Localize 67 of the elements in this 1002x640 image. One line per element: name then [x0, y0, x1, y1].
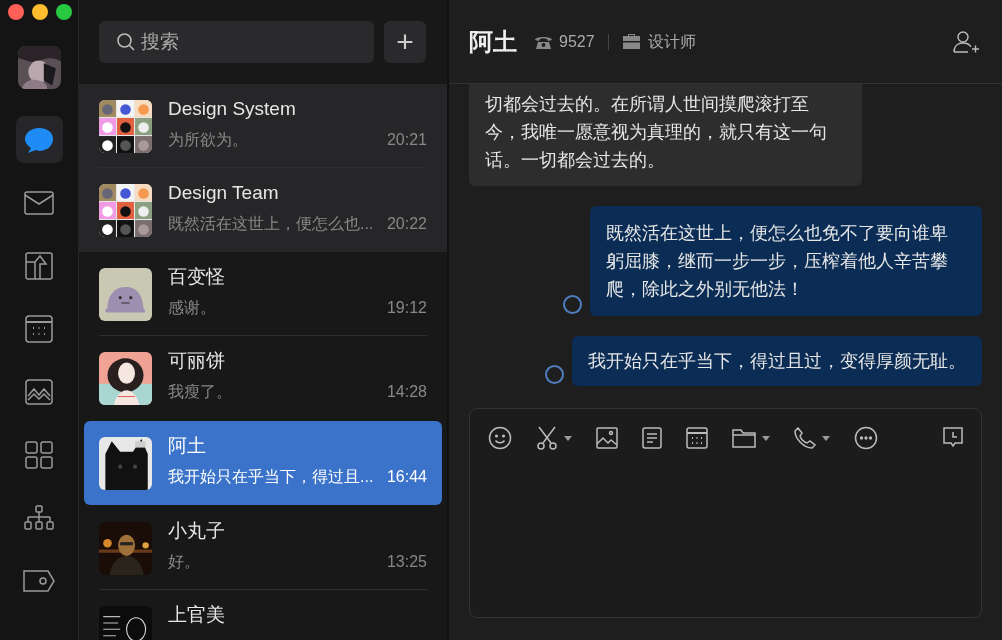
minimize-button[interactable] [32, 4, 48, 20]
calendar-icon [25, 314, 53, 343]
tag-icon [23, 568, 55, 593]
conversation-item[interactable]: 小丸子 好。 13:25 [99, 506, 427, 590]
briefcase-icon [621, 33, 641, 50]
note-icon [25, 251, 53, 280]
message-time: 20:22 [386, 214, 427, 234]
toolbar-button[interactable] [640, 425, 664, 451]
contact-name: 阿土 [168, 435, 207, 457]
contact-name: 阿土 [469, 26, 517, 57]
toolbar-button[interactable] [852, 425, 880, 451]
image-icon [25, 378, 53, 405]
message-preview: 我开始只在乎当下，得过且... [168, 467, 374, 487]
phone-number: 9527 [559, 31, 595, 52]
folder-icon [732, 428, 756, 448]
conversation-item[interactable]: 百变怪 感谢。 19:12 [99, 252, 427, 336]
message-time: 13:25 [386, 552, 427, 572]
message-preview: 我瘦了。 [168, 382, 232, 402]
sidebar-tab[interactable] [15, 116, 63, 163]
conversation-item[interactable]: 可丽饼 我瘦了。 14:28 [99, 336, 427, 420]
toolbar-button[interactable] [534, 425, 574, 451]
message-time: 20:21 [386, 130, 427, 150]
message-preview: 感谢。 [168, 298, 216, 318]
read-status-icon [563, 295, 582, 314]
search-field[interactable]: 搜索 [99, 21, 374, 63]
add-contact-icon[interactable] [952, 29, 980, 54]
envelope-icon [24, 190, 54, 215]
grid-icon [25, 440, 53, 469]
message-bubble: 切都会过去的。在所谓人世间摸爬滚打至今，我唯一愿意视为真理的，就只有这一句话。一切都会过去的。 [469, 84, 862, 186]
toolbar-button[interactable] [594, 425, 620, 451]
image-icon [596, 427, 618, 449]
user-avatar[interactable] [17, 46, 61, 89]
org-chart-icon [24, 504, 54, 531]
add-button[interactable]: + [384, 21, 426, 63]
message-input[interactable] [469, 408, 982, 618]
chat-history-icon[interactable] [941, 425, 965, 449]
message-bubble: 我开始只在乎当下，得过且过，变得厚颜无耻。 [572, 336, 982, 386]
more-icon [854, 426, 878, 450]
contact-name: 百变怪 [168, 266, 226, 288]
contact-name: 可丽饼 [168, 350, 226, 372]
calendar-icon [686, 427, 708, 449]
toolbar-button[interactable] [486, 425, 514, 451]
message-time: 16:44 [386, 467, 427, 487]
close-button[interactable] [8, 4, 24, 20]
conversation-item[interactable]: 上官美 [99, 590, 427, 640]
toolbar-button[interactable] [792, 425, 832, 451]
message-preview: 好。 [168, 552, 200, 572]
search-icon [116, 32, 136, 52]
contact-name: 上官美 [168, 604, 226, 626]
message-bubble: 既然活在这世上，便怎么也免不了要向谁卑躬屈膝，继而一步一步，压榨着他人辛苦攀爬，除此之外别无他法！ [590, 206, 982, 316]
toolbar-button[interactable] [684, 425, 710, 451]
job-title: 设计师 [647, 31, 696, 52]
contact-name: Design System [168, 98, 297, 120]
scissors-icon [536, 426, 558, 450]
conversation-item[interactable]: 阿土 我开始只在乎当下，得过且... 16:44 [84, 421, 442, 505]
contact-name: 小丸子 [168, 520, 226, 542]
contact-name: Design Team [168, 182, 280, 204]
document-icon [642, 427, 662, 449]
maximize-button[interactable] [56, 4, 72, 20]
message-preview: 既然活在这世上，便怎么也... [168, 214, 374, 234]
message-preview: 为所欲为。 [168, 130, 248, 150]
message-time: 14:28 [386, 382, 427, 402]
message-time: 19:12 [386, 298, 427, 318]
emoji-icon [488, 426, 512, 450]
chat-bubble-icon [24, 125, 54, 154]
phone-icon [794, 427, 816, 449]
read-status-icon [545, 365, 564, 384]
